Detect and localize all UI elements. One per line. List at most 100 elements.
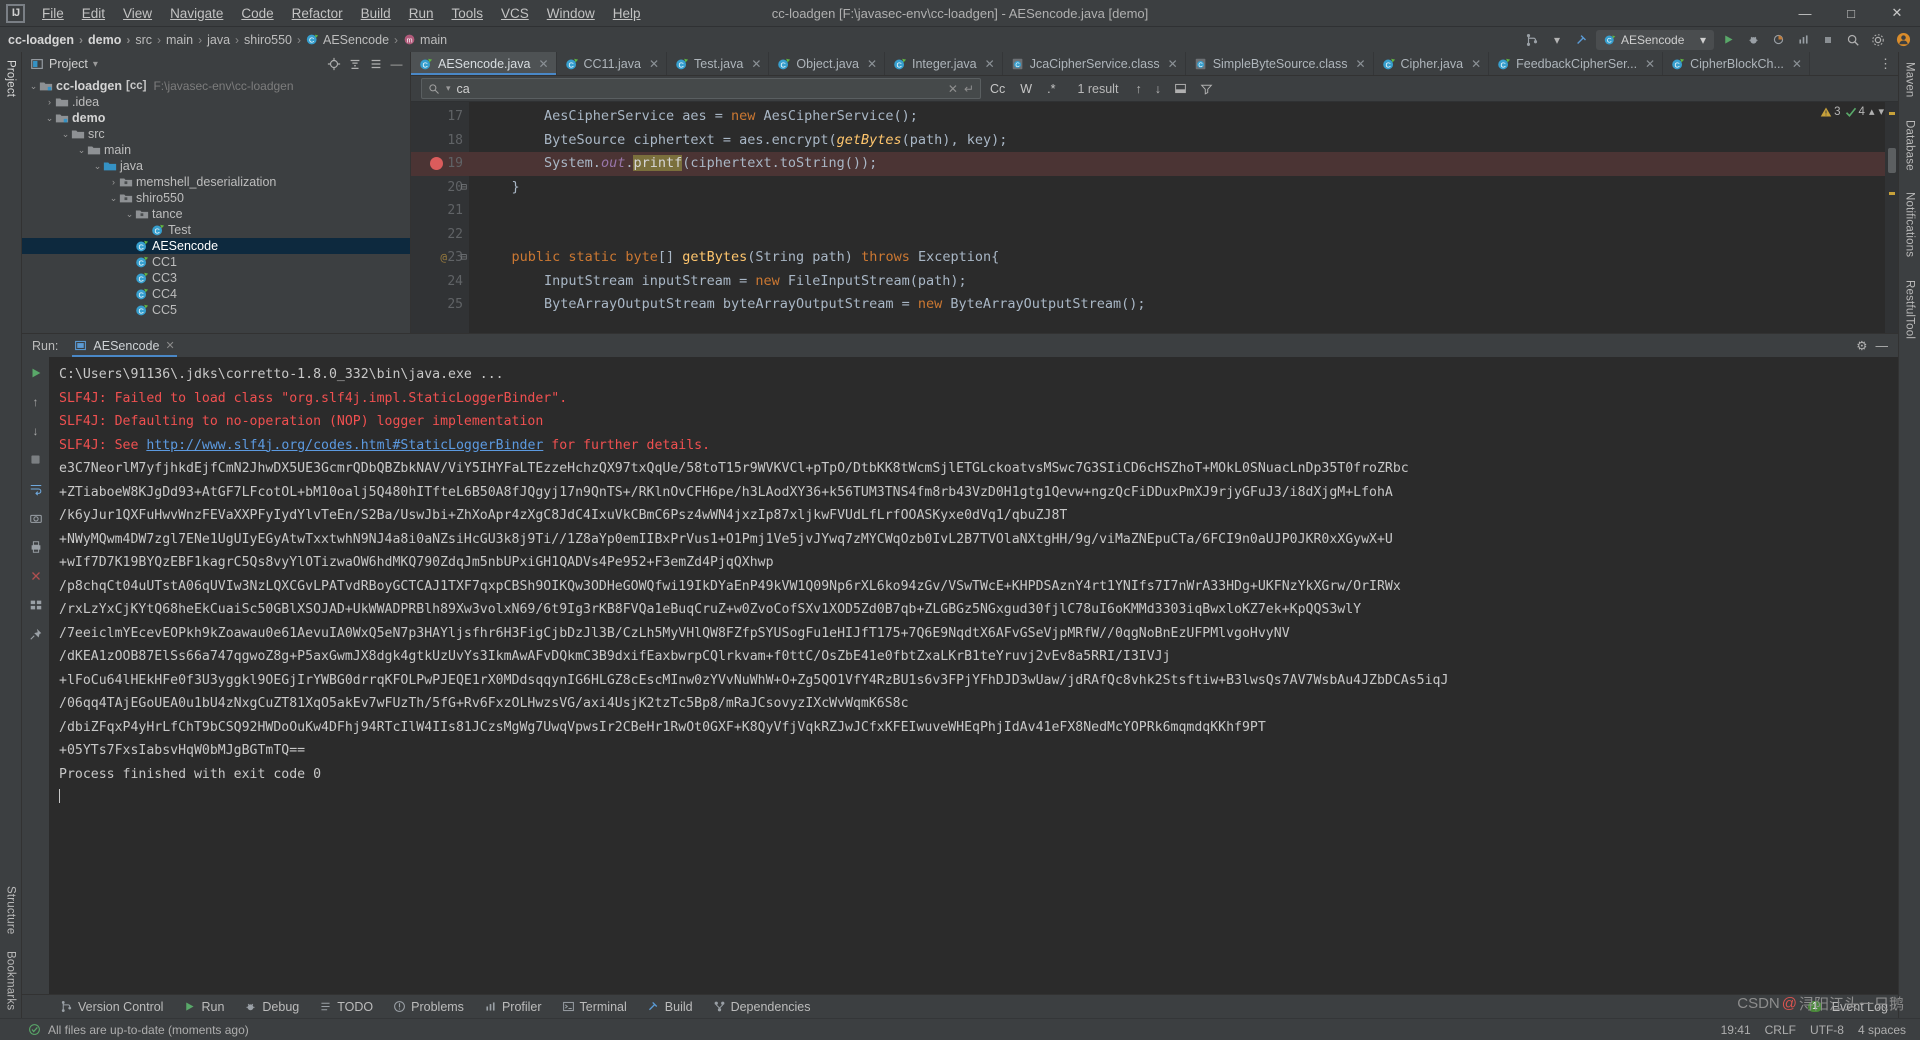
find-next-button[interactable]: ↓ [1153, 82, 1163, 96]
editor-tab-cc11-java[interactable]: C CC11.java ✕ [557, 52, 667, 75]
rail-database-button[interactable]: Database [1904, 116, 1916, 175]
tree-node-cc1[interactable]: C CC1 [22, 254, 410, 270]
breadcrumb-src[interactable]: src › [135, 33, 166, 47]
chevron-down-icon[interactable]: ⌄ [44, 113, 55, 124]
tool-window-button-dependencies[interactable]: Dependencies [703, 998, 821, 1016]
close-icon[interactable]: ✕ [1471, 57, 1481, 71]
chevron-right-icon[interactable]: › [44, 97, 55, 107]
breadcrumb-shiro550[interactable]: shiro550 › [244, 33, 306, 47]
menu-help[interactable]: Help [604, 2, 650, 25]
close-icon[interactable]: ✕ [1355, 57, 1365, 71]
gutter-line-25[interactable]: 25 [411, 293, 469, 317]
run-configuration-selector[interactable]: C AESencode ▾ [1596, 29, 1714, 50]
chevron-down-icon[interactable]: ⌄ [124, 209, 135, 220]
chevron-up-icon[interactable]: ▴ [1869, 105, 1875, 118]
down-icon[interactable]: ↓ [26, 421, 45, 440]
code-line-19[interactable]: System.out.printf(ciphertext.toString())… [469, 152, 1885, 176]
gutter-line-18[interactable]: 18 [411, 129, 469, 153]
tab-overflow-icon[interactable]: ⋮ [1873, 52, 1898, 75]
tree-node-test[interactable]: C Test [22, 222, 410, 238]
scroll-from-source-icon[interactable] [324, 55, 343, 74]
tree-node-java[interactable]: ⌄ java [22, 158, 410, 174]
rail-project-button[interactable]: Project [5, 56, 17, 101]
rail-restfultool-button[interactable]: RestfulTool [1904, 276, 1916, 343]
tool-window-button-version-control[interactable]: Version Control [50, 998, 173, 1016]
tree-node-src[interactable]: ⌄ src [22, 126, 410, 142]
maximize-button[interactable]: □ [1828, 0, 1874, 26]
menu-vcs[interactable]: VCS [492, 2, 538, 25]
tree-node-aesencode[interactable]: C AESencode [22, 238, 410, 254]
words-toggle[interactable]: W [1017, 81, 1035, 97]
gutter-line-23[interactable]: @ ⊟ 23 [411, 246, 469, 270]
gutter-line-17[interactable]: 17 [411, 105, 469, 129]
tree-node-cc-loadgen[interactable]: ⌄ cc-loadgen [cc] F:\javasec-env\cc-loadgen [22, 78, 410, 94]
editor-tab-cipher-java[interactable]: C Cipher.java ✕ [1374, 52, 1490, 75]
tool-window-button-run[interactable]: Run [173, 998, 234, 1016]
tool-window-button-todo[interactable]: TODO [309, 998, 383, 1016]
gutter-line-24[interactable]: 24 [411, 270, 469, 294]
breadcrumb-main-method[interactable]: m main [403, 33, 447, 47]
editor-tab-test-java[interactable]: C Test.java ✕ [667, 52, 770, 75]
rail-structure-button[interactable]: Structure [5, 882, 17, 938]
print-icon[interactable] [26, 537, 45, 556]
rail-bookmarks-button[interactable]: Bookmarks [5, 947, 17, 1014]
match-case-toggle[interactable]: Cc [987, 81, 1008, 97]
inspection-summary[interactable]: 3 4 ▴ ▾ [1820, 105, 1884, 118]
stop-icon[interactable] [26, 450, 45, 469]
editor-tab-object-java[interactable]: C Object.java ✕ [769, 52, 885, 75]
clear-search-icon[interactable]: ✕ [948, 82, 958, 96]
git-branch-icon[interactable] [1521, 29, 1543, 50]
pin-icon[interactable] [26, 624, 45, 643]
editor-tab-jcacipherservice-class[interactable]: C JcaCipherService.class ✕ [1003, 52, 1186, 75]
project-tree[interactable]: ⌄ cc-loadgen [cc] F:\javasec-env\cc-loadgen… [22, 76, 410, 333]
close-icon[interactable]: ✕ [538, 57, 548, 71]
tree-node-demo[interactable]: ⌄ demo [22, 110, 410, 126]
find-prev-button[interactable]: ↑ [1133, 82, 1143, 96]
menu-run[interactable]: Run [400, 2, 443, 25]
search-everywhere-icon[interactable] [1842, 29, 1864, 50]
collapse-all-icon[interactable] [345, 55, 364, 74]
code-editor[interactable]: 17 18 19 ⊟ 20 21 22 @ ⊟ 23 24 25 AesCipherService a… [411, 102, 1898, 333]
close-icon[interactable]: ✕ [1792, 57, 1802, 71]
tool-window-button-build[interactable]: Build [637, 998, 703, 1016]
scrollbar-thumb[interactable] [1888, 148, 1896, 173]
menu-window[interactable]: Window [538, 2, 604, 25]
tree-node-memshell-deserialization[interactable]: › memshell_deserialization [22, 174, 410, 190]
code-line-20[interactable]: } [469, 176, 1885, 200]
soft-wrap-icon[interactable] [26, 479, 45, 498]
editor-tab-cipherblockch-[interactable]: C CipherBlockCh... ✕ [1663, 52, 1810, 75]
regex-toggle[interactable]: .* [1044, 81, 1058, 97]
chevron-down-icon[interactable]: ⌄ [28, 81, 39, 92]
clear-all-icon[interactable] [26, 566, 45, 585]
editor-tab-bar[interactable]: C AESencode.java ✕ C CC11.java ✕ C Test.java ✕ C O… [411, 52, 1898, 76]
build-hammer-icon[interactable] [1571, 29, 1593, 50]
tool-window-button-debug[interactable]: Debug [234, 998, 309, 1016]
chevron-down-icon[interactable]: ⌄ [108, 193, 119, 204]
breakpoint-icon[interactable] [430, 157, 443, 171]
grid-icon[interactable] [26, 595, 45, 614]
gutter-line-22[interactable]: 22 [411, 223, 469, 247]
close-icon[interactable]: ✕ [165, 339, 174, 352]
chevron-down-icon[interactable]: ▾ [1878, 105, 1884, 118]
find-input[interactable]: ▾ ca ✕ ↵ [421, 78, 981, 99]
code-line-24[interactable]: InputStream inputStream = new FileInputS… [469, 270, 1885, 294]
close-icon[interactable]: ✕ [985, 57, 995, 71]
tree-node-shiro550[interactable]: ⌄ shiro550 [22, 190, 410, 206]
menu-tools[interactable]: Tools [442, 2, 492, 25]
menu-build[interactable]: Build [352, 2, 400, 25]
console-output[interactable]: C:\Users\91136\.jdks\corretto-1.8.0_332\… [49, 357, 1898, 994]
run-with-coverage-button[interactable] [1767, 29, 1789, 50]
breadcrumb-demo[interactable]: demo › [88, 33, 135, 47]
tool-window-button-problems[interactable]: Problems [383, 998, 474, 1016]
chevron-down-icon[interactable]: ▾ [93, 59, 98, 70]
rerun-icon[interactable] [26, 363, 45, 382]
close-icon[interactable]: ✕ [1645, 57, 1655, 71]
chevron-down-icon[interactable]: ⌄ [92, 161, 103, 172]
tree-node--idea[interactable]: › .idea [22, 94, 410, 110]
close-icon[interactable]: ✕ [751, 57, 761, 71]
hide-panel-icon[interactable]: — [1876, 339, 1889, 353]
stop-button[interactable] [1817, 29, 1839, 50]
code-line-22[interactable] [469, 223, 1885, 247]
tree-node-tance[interactable]: ⌄ tance [22, 206, 410, 222]
menu-navigate[interactable]: Navigate [161, 2, 232, 25]
